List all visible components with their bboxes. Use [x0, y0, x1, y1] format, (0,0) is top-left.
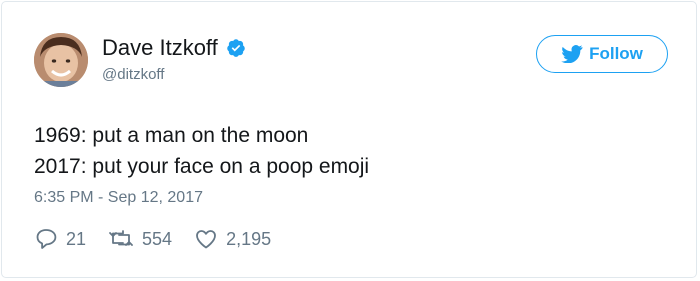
reply-icon — [36, 229, 57, 249]
avatar[interactable] — [34, 33, 88, 87]
retweet-count: 554 — [142, 228, 173, 249]
retweet-icon — [109, 230, 133, 246]
retweet-action[interactable]: 554 — [108, 227, 172, 251]
reply-action[interactable]: 21 — [34, 227, 86, 251]
verified-badge-icon — [227, 39, 245, 57]
like-action[interactable]: 2,195 — [194, 227, 271, 251]
follow-button[interactable]: Follow — [536, 35, 668, 73]
heart-icon — [196, 230, 216, 249]
display-name[interactable]: Dave Itzkoff — [102, 35, 218, 61]
twitter-bird-icon — [561, 45, 583, 63]
tweet-line-2: 2017: put your face on a poop emoji — [34, 155, 370, 178]
author-name-row: Dave Itzkoff — [102, 35, 246, 61]
reply-count: 21 — [66, 228, 87, 249]
avatar-photo-icon — [34, 33, 88, 87]
like-count: 2,195 — [226, 228, 272, 249]
tweet-line-1: 1969: put a man on the moon — [34, 124, 309, 147]
tweet-card: Dave Itzkoff @ditzkoff Follow 1969: put … — [1, 1, 697, 278]
author-handle[interactable]: @ditzkoff — [102, 66, 164, 83]
tweet-text: 1969: put a man on the moon 2017: put yo… — [34, 120, 369, 182]
follow-button-label: Follow — [589, 44, 643, 63]
tweet-timestamp[interactable]: 6:35 PM - Sep 12, 2017 — [34, 189, 203, 207]
tweet-actions: 21 554 2,195 — [34, 227, 293, 251]
